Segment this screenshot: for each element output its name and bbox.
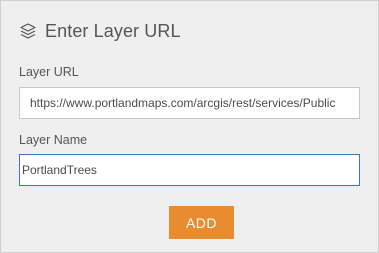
add-button[interactable]: ADD	[169, 206, 234, 239]
panel-header: Enter Layer URL	[19, 19, 181, 43]
layer-name-label: Layer Name	[19, 133, 88, 147]
layers-icon	[19, 22, 37, 40]
layer-name-input[interactable]	[19, 154, 360, 186]
enter-layer-url-panel: Enter Layer URL Layer URL Layer Name ADD	[0, 0, 379, 253]
layer-url-input[interactable]	[19, 87, 360, 119]
layer-url-label: Layer URL	[19, 65, 79, 79]
panel-title: Enter Layer URL	[45, 20, 181, 41]
